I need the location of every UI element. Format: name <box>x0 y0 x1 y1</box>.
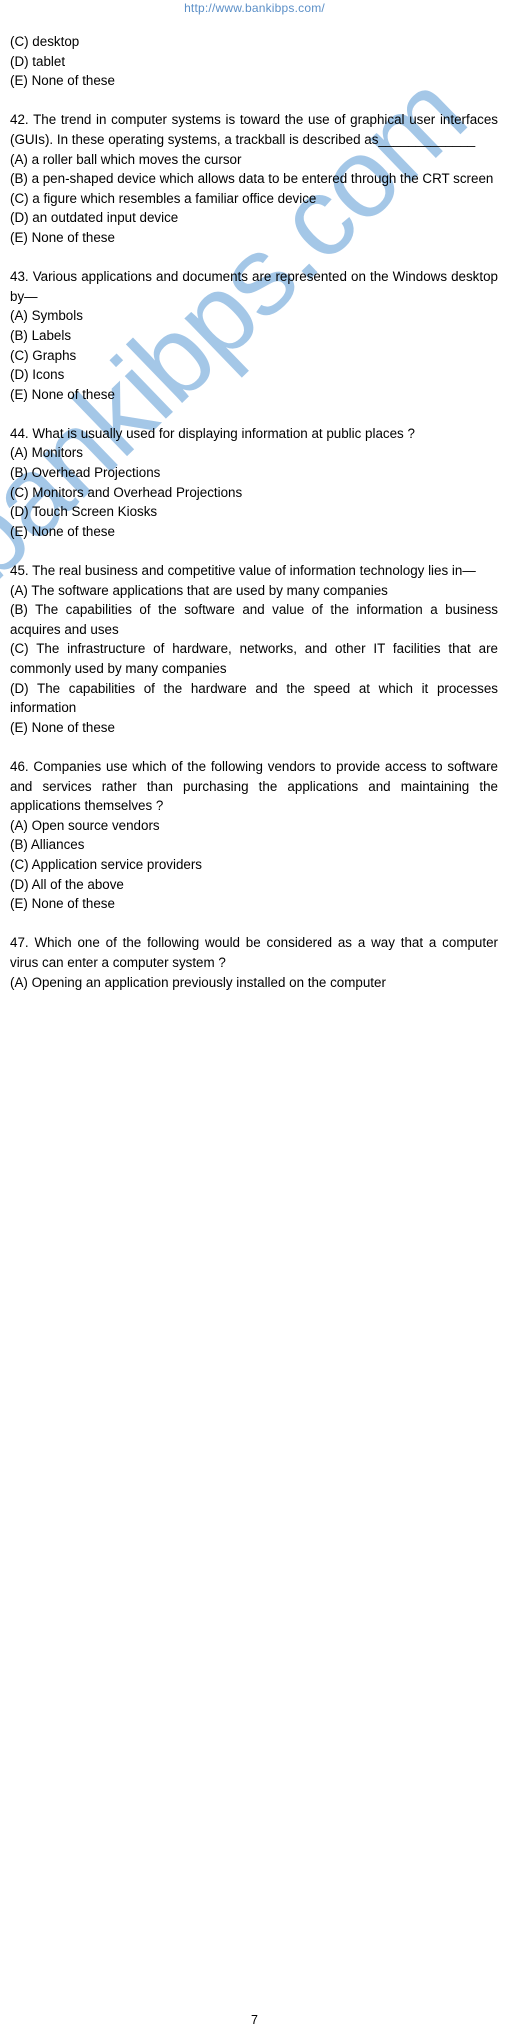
option: (E) None of these <box>10 719 115 735</box>
option: (C) Application service providers <box>10 856 203 872</box>
document-page: bankibps.com http://www.bankibps.com/ (C… <box>0 0 509 2027</box>
option: (A) Symbols <box>10 308 83 324</box>
option: (D) tablet <box>10 53 66 69</box>
header-url-link[interactable]: http://www.bankibps.com/ <box>0 1 509 15</box>
carryover-options: (C) desktop (D) tablet (E) None of these <box>10 32 498 91</box>
option: (C) The infrastructure of hardware, netw… <box>10 641 498 676</box>
question-44: 44. What is usually used for displaying … <box>10 424 498 542</box>
question-text: 43. Various applications and documents a… <box>10 269 498 304</box>
question-46: 46. Companies use which of the following… <box>10 757 498 914</box>
option: (B) Labels <box>10 327 72 343</box>
option: (D) an outdated input device <box>10 210 179 226</box>
option: (D) The capabilities of the hardware and… <box>10 680 498 716</box>
option: (B) Overhead Projections <box>10 465 161 481</box>
option: (D) All of the above <box>10 876 124 892</box>
question-45: 45. The real business and competitive va… <box>10 561 498 737</box>
option: (E) None of these <box>10 523 115 539</box>
question-43: 43. Various applications and documents a… <box>10 267 498 404</box>
question-text: 45. The real business and competitive va… <box>10 563 476 579</box>
option: (C) desktop <box>10 34 80 49</box>
option: (B) a pen-shaped device which allows dat… <box>10 171 494 187</box>
option: (D) Icons <box>10 367 65 383</box>
question-text: 47. Which one of the following would be … <box>10 935 498 970</box>
option: (B) Alliances <box>10 837 85 853</box>
option: (E) None of these <box>10 229 115 245</box>
option: (C) Graphs <box>10 347 77 363</box>
document-body: (C) desktop (D) tablet (E) None of these… <box>10 32 498 992</box>
question-text: 46. Companies use which of the following… <box>10 758 498 814</box>
option: (E) None of these <box>10 896 115 912</box>
option: (C) a figure which resembles a familiar … <box>10 190 317 206</box>
option: (A) The software applications that are u… <box>10 582 388 598</box>
question-text: 44. What is usually used for displaying … <box>10 425 415 441</box>
option: (D) Touch Screen Kiosks <box>10 504 158 520</box>
option: (C) Monitors and Overhead Projections <box>10 484 243 500</box>
option: (B) The capabilities of the software and… <box>10 602 498 637</box>
question-text: 42. The trend in computer systems is tow… <box>10 112 498 147</box>
option: (A) Monitors <box>10 445 83 461</box>
question-42: 42. The trend in computer systems is tow… <box>10 110 498 247</box>
question-47: 47. Which one of the following would be … <box>10 933 498 992</box>
option: (E) None of these <box>10 386 115 402</box>
option: (A) Opening an application previously in… <box>10 974 386 990</box>
option: (A) Open source vendors <box>10 817 160 833</box>
option: (A) a roller ball which moves the cursor <box>10 151 242 167</box>
page-number: 7 <box>251 2013 258 2027</box>
option: (E) None of these <box>10 73 115 89</box>
